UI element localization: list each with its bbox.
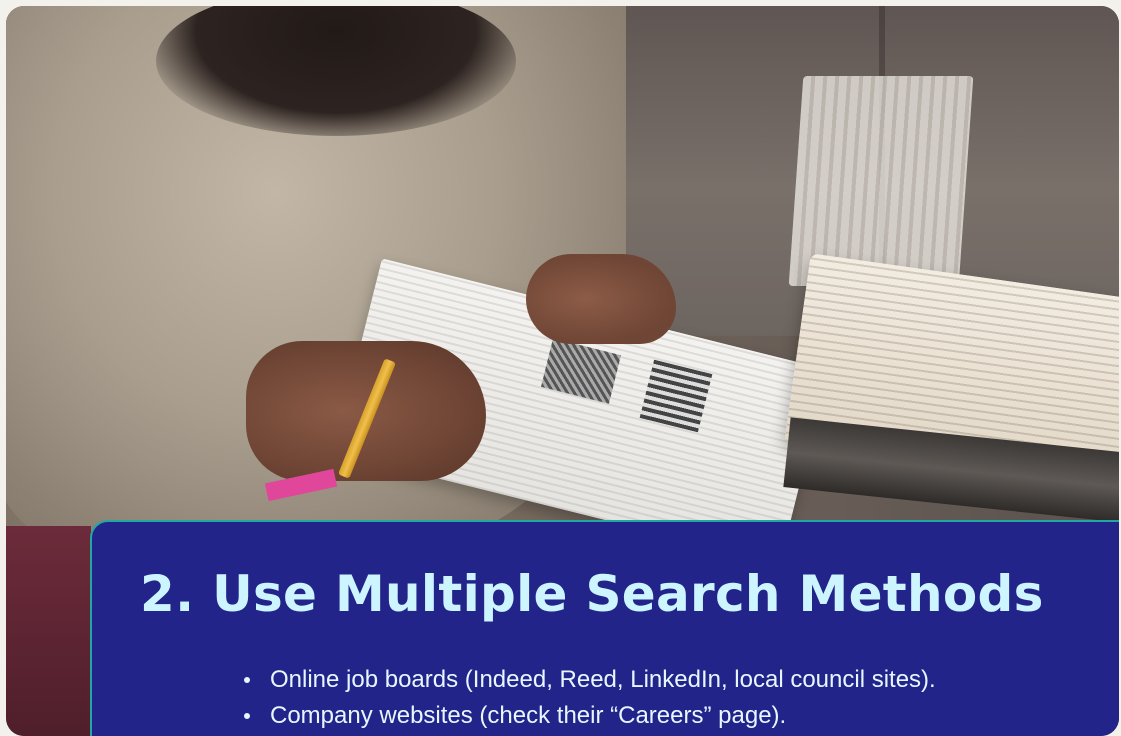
list-item: Online job boards (Indeed, Reed, LinkedI… — [244, 662, 936, 698]
list-item: Company websites (check their “Careers” … — [244, 698, 936, 734]
chair — [6, 526, 91, 736]
slide-frame: 2. Use Multiple Search Methods Online jo… — [6, 6, 1119, 736]
bullet-text: Online job boards (Indeed, Reed, LinkedI… — [270, 666, 936, 693]
bullet-list: Online job boards (Indeed, Reed, LinkedI… — [244, 662, 936, 734]
slide-title: 2. Use Multiple Search Methods — [140, 565, 1044, 623]
bullet-icon — [244, 677, 250, 683]
person-right-hand — [526, 254, 676, 344]
bullet-text: Company websites (check their “Careers” … — [270, 702, 787, 729]
bullet-icon — [244, 713, 250, 719]
content-card: 2. Use Multiple Search Methods Online jo… — [90, 520, 1119, 736]
